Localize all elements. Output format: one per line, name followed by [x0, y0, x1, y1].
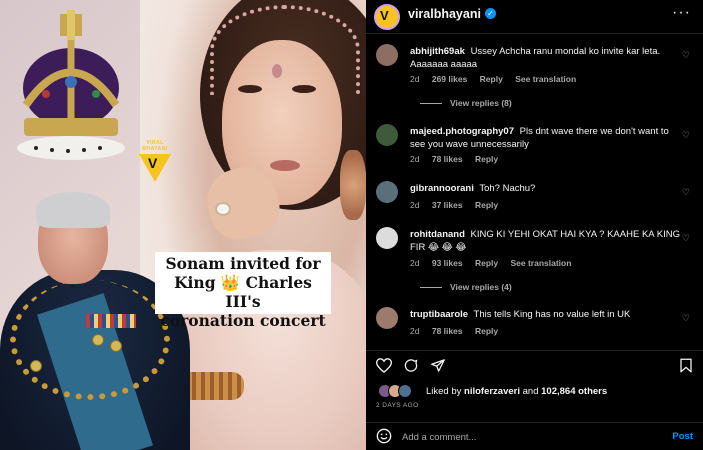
- comment-meta: 2d 269 likes Reply See translation: [410, 74, 586, 84]
- comment-meta: 2d 78 likes Reply: [410, 154, 508, 164]
- reply-button[interactable]: Reply: [480, 74, 503, 84]
- liked-by-user[interactable]: niloferzaveri: [464, 386, 520, 397]
- commenter-username[interactable]: truptibaarole: [410, 309, 468, 320]
- comment-body: abhijith69ak Ussey Achcha ranu mondal ko…: [410, 45, 680, 71]
- maang-tikka: [270, 62, 284, 80]
- commenter-avatar[interactable]: [376, 181, 398, 203]
- caption-line-1: Sonam invited for: [165, 254, 321, 273]
- comment-meta: 2d 78 likes Reply: [410, 326, 508, 336]
- reply-button[interactable]: Reply: [475, 154, 498, 164]
- comment-like-heart-icon[interactable]: ♡: [682, 130, 690, 141]
- comment-meta: 2d 93 likes Reply See translation: [410, 258, 581, 268]
- king-hair: [36, 192, 110, 228]
- comment-icon[interactable]: [403, 358, 419, 373]
- comment-input[interactable]: [402, 429, 652, 445]
- diamond-ring: [215, 202, 231, 216]
- comment-text: This tells King has no value left in UK: [473, 309, 631, 320]
- verified-badge-icon: ✓: [485, 8, 496, 19]
- comment-likes[interactable]: 269 likes: [432, 74, 467, 84]
- comment-text: Toh? Nachu?: [479, 183, 536, 194]
- reply-button[interactable]: Reply: [475, 326, 498, 336]
- emoji-icon[interactable]: [376, 428, 392, 444]
- liked-by-others[interactable]: 102,864 others: [541, 386, 607, 397]
- post-image[interactable]: VIRAL BHAYANI V Sonam invited for King 👑…: [0, 0, 366, 450]
- comment-time: 2d: [410, 326, 420, 336]
- commenter-avatar[interactable]: [376, 124, 398, 146]
- comment-likes[interactable]: 37 likes: [432, 200, 463, 210]
- comment-body: gibrannoorani Toh? Nachu?: [410, 182, 680, 195]
- brand-logo-icon: V: [139, 154, 171, 182]
- medal: [92, 334, 104, 346]
- post-comment-button[interactable]: Post: [672, 431, 693, 442]
- more-horizontal-icon[interactable]: ···: [672, 4, 691, 22]
- post-header: V viralbhayani ✓ ···: [366, 0, 703, 34]
- comment-likes[interactable]: 93 likes: [432, 258, 463, 268]
- liked-by-text: Liked by niloferzaveri and 102,864 other…: [426, 386, 607, 397]
- comment-meta: 2d 37 likes Reply: [410, 200, 508, 210]
- commenter-avatar[interactable]: [376, 307, 398, 329]
- view-replies-button[interactable]: View replies (4): [420, 282, 512, 292]
- comment-body: rohitdanand KING KI YEHI OKAT HAI KYA ? …: [410, 228, 680, 254]
- post-caption-overlay: Sonam invited for King 👑 Charles III's c…: [155, 252, 331, 330]
- post-side-panel: V viralbhayani ✓ ··· abhijith69ak Ussey …: [366, 0, 703, 450]
- author-username[interactable]: viralbhayani: [408, 7, 481, 21]
- headpiece: [210, 5, 360, 95]
- woman-lips: [270, 160, 300, 171]
- add-comment-bar: Post: [366, 422, 703, 450]
- author-avatar-letter: V: [380, 8, 389, 23]
- earring: [340, 150, 366, 220]
- comment-like-heart-icon[interactable]: ♡: [682, 50, 690, 61]
- author-avatar[interactable]: V: [374, 4, 400, 30]
- caption-line-2: King 👑 Charles III's: [174, 273, 312, 311]
- medal: [110, 340, 122, 352]
- commenter-username[interactable]: gibrannoorani: [410, 183, 474, 194]
- liker-avatar: [398, 384, 412, 398]
- comment-time: 2d: [410, 258, 420, 268]
- heart-icon[interactable]: [376, 358, 392, 373]
- comment-likes[interactable]: 78 likes: [432, 154, 463, 164]
- reply-button[interactable]: Reply: [475, 200, 498, 210]
- liked-by-and: and: [520, 386, 542, 397]
- reply-button[interactable]: Reply: [475, 258, 498, 268]
- post-timestamp: 2 DAYS AGO: [376, 402, 419, 409]
- commenter-avatar[interactable]: [376, 44, 398, 66]
- liked-by-prefix: Liked by: [426, 386, 465, 397]
- brand-watermark-text: VIRAL BHAYANI: [142, 140, 168, 152]
- medal-ribbons: [86, 314, 136, 328]
- comment-body: majeed.photography07 Pls dnt wave there …: [410, 125, 680, 151]
- commenter-username[interactable]: majeed.photography07: [410, 126, 514, 137]
- caption-line-3: coronation concert: [160, 311, 326, 330]
- view-replies-button[interactable]: View replies (8): [420, 98, 512, 108]
- comment-likes[interactable]: 78 likes: [432, 326, 463, 336]
- brand-watermark: VIRAL BHAYANI V: [137, 140, 173, 186]
- comment-time: 2d: [410, 154, 420, 164]
- see-translation-button[interactable]: See translation: [515, 74, 576, 84]
- comment-time: 2d: [410, 200, 420, 210]
- medal: [30, 360, 42, 372]
- comment-like-heart-icon[interactable]: ♡: [682, 313, 690, 324]
- crown-icon: [17, 10, 125, 160]
- see-translation-button[interactable]: See translation: [510, 258, 571, 268]
- commenter-username[interactable]: rohitdanand: [410, 229, 465, 240]
- commenter-avatar[interactable]: [376, 227, 398, 249]
- comment-like-heart-icon[interactable]: ♡: [682, 187, 690, 198]
- comment-body: truptibaarole This tells King has no val…: [410, 308, 680, 321]
- commenter-username[interactable]: abhijith69ak: [410, 46, 465, 57]
- king-collar: [10, 280, 170, 400]
- brand-logo-letter: V: [148, 155, 158, 171]
- post-action-bar: [366, 350, 703, 378]
- share-icon[interactable]: [430, 358, 446, 373]
- comment-time: 2d: [410, 74, 420, 84]
- comment-like-heart-icon[interactable]: ♡: [682, 233, 690, 244]
- bookmark-icon[interactable]: [679, 358, 693, 373]
